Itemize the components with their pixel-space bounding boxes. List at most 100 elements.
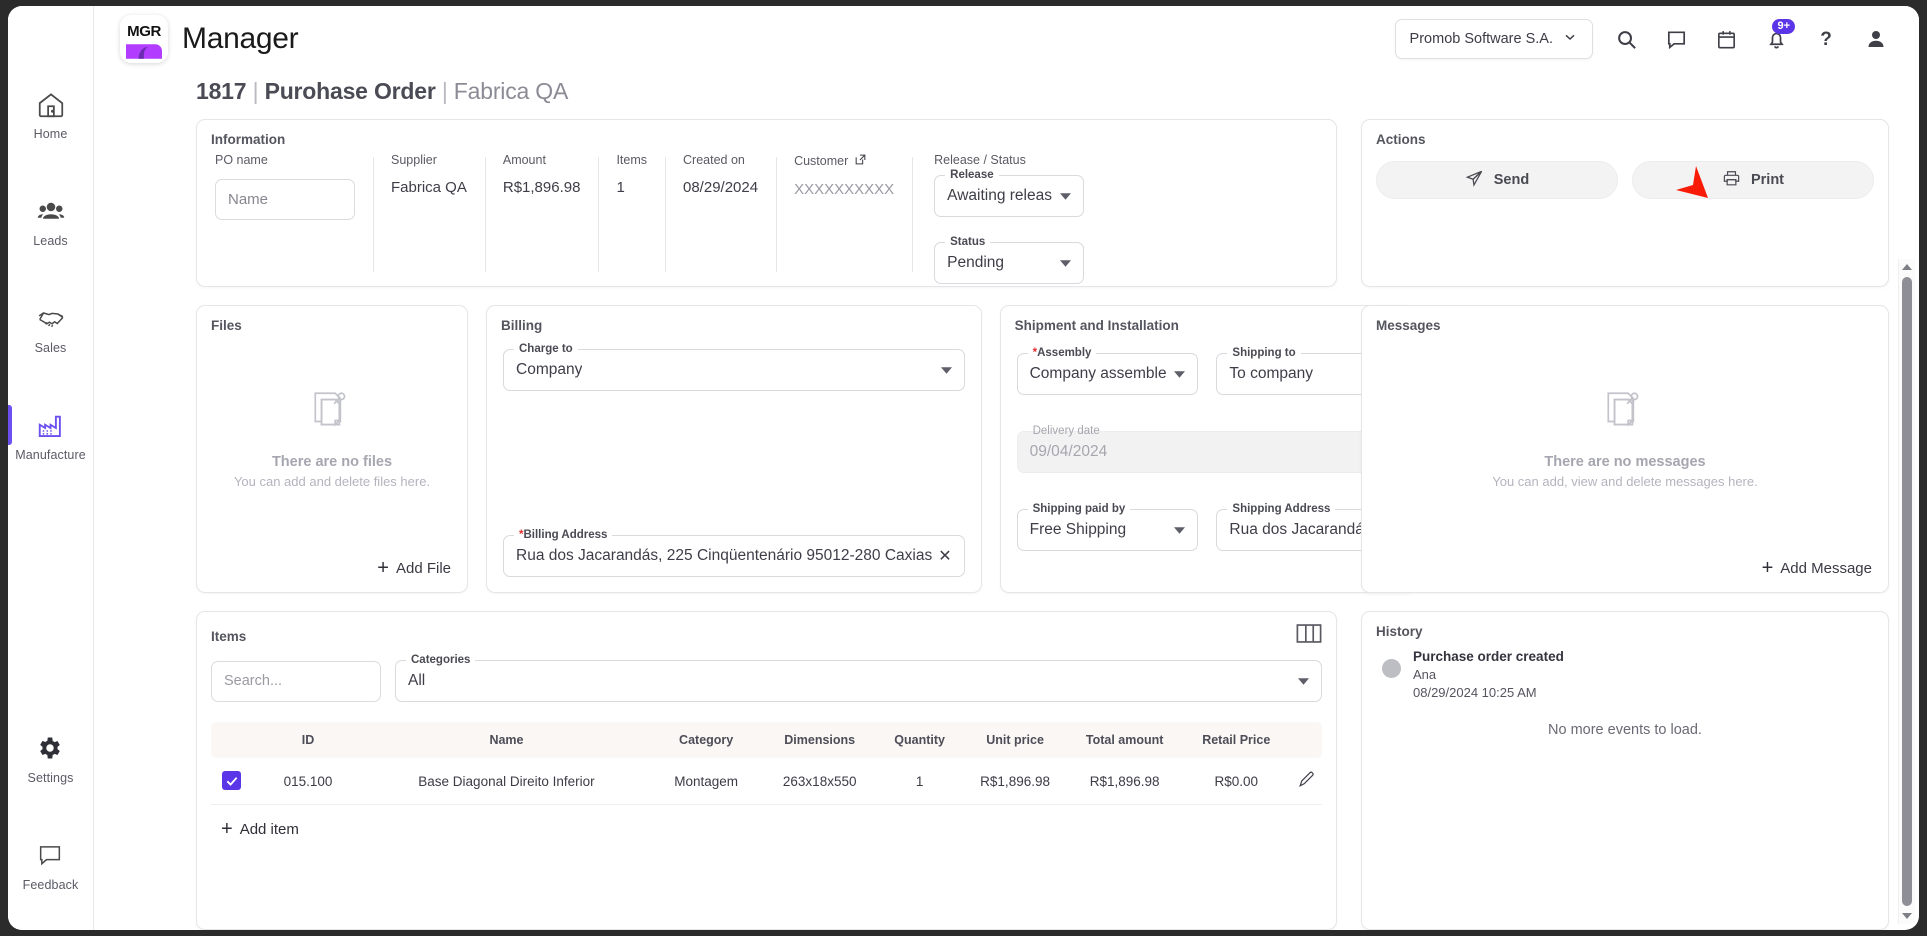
print-label: Print (1750, 172, 1785, 188)
release-select-value: Awaiting release (947, 187, 1053, 204)
created-on-label: Created on (683, 153, 745, 167)
history-event-text: Purchase order created Ana 08/29/2024 10… (1413, 649, 1564, 700)
top-bar: MGR Manager Promob Software S.A. 9+ ? (94, 6, 1919, 72)
sidebar-item-sales[interactable]: Sales (8, 290, 94, 367)
org-selector[interactable]: Promob Software S.A. (1394, 19, 1593, 59)
vertical-scrollbar[interactable] (1898, 259, 1915, 924)
td-quantity: 1 (876, 758, 963, 805)
po-name-label: PO name (215, 153, 268, 167)
account-icon[interactable] (1859, 22, 1893, 56)
release-select[interactable]: Release Awaiting release (934, 169, 1085, 217)
logo-mark (126, 43, 162, 59)
sidebar-item-manufacture[interactable]: Manufacture (8, 397, 94, 474)
shipping-paid-by-select[interactable]: Shipping paid by Free Shipping (1016, 503, 1199, 551)
po-name-input[interactable] (215, 179, 355, 220)
items-count-value: 1 (616, 179, 625, 196)
info-col-items: Items 1 (598, 153, 665, 284)
td-unit-price: R$1,896.98 (962, 758, 1068, 805)
amount-label: Amount (502, 153, 546, 167)
th-unit-price: Unit price (962, 722, 1068, 758)
print-button[interactable]: Print (1632, 161, 1874, 199)
brand-name: Manager (182, 22, 299, 55)
charge-to-value: Company (516, 361, 583, 378)
shipment-row-1: *Assembly Company assemblers Shipping to (1016, 347, 1399, 395)
scroll-up-arrow-icon[interactable] (1902, 259, 1912, 275)
clear-icon[interactable]: ✕ (932, 546, 951, 566)
row-checkbox[interactable] (222, 771, 242, 791)
items-header: Items (197, 612, 1336, 648)
assembly-select[interactable]: *Assembly Company assemblers (1016, 347, 1199, 395)
notification-badge: 9+ (1772, 19, 1795, 34)
files-empty-state: There are no files You can add and delet… (197, 327, 467, 548)
printer-icon (1722, 169, 1741, 192)
categories-value: All (408, 672, 426, 689)
page-title-sep-2: | (441, 78, 448, 104)
external-link-icon[interactable] (854, 153, 867, 169)
factory-icon (36, 411, 66, 441)
delivery-date-field: Delivery date 09/04/2024 (1016, 425, 1399, 473)
top-bar-actions: Promob Software S.A. 9+ ? (1394, 19, 1893, 59)
messages-empty-state: There are no messages You can add, view … (1362, 327, 1888, 548)
categories-select[interactable]: Categories All (395, 654, 1322, 702)
column-layout-toggle-icon[interactable] (1296, 624, 1322, 648)
customer-label: Customer (794, 153, 894, 169)
release-select-label: Release (945, 169, 999, 181)
brand: MGR Manager (120, 15, 299, 63)
add-item-button[interactable]: + Add item (197, 805, 1336, 853)
help-icon[interactable]: ? (1809, 22, 1843, 56)
th-quantity: Quantity (876, 722, 963, 758)
sidebar-item-label: Manufacture (15, 448, 86, 462)
release-status-label: Release / Status (934, 153, 1026, 167)
calendar-icon[interactable] (1709, 22, 1743, 56)
plus-icon: + (1761, 557, 1774, 579)
chevron-down-icon (1052, 187, 1072, 205)
table-row: 015.100 Base Diagonal Direito Inferior M… (211, 758, 1322, 805)
content-region: Information PO name Supplier Fabrica QA … (94, 119, 1919, 930)
items-search-input[interactable] (211, 660, 381, 702)
sidebar-item-feedback[interactable]: Feedback (8, 827, 94, 904)
messages-empty-sub: You can add, view and delete messages he… (1492, 473, 1758, 489)
edit-icon[interactable] (1297, 771, 1316, 792)
svg-text:?: ? (1820, 29, 1832, 50)
search-icon[interactable] (1609, 22, 1643, 56)
sidebar-item-leads[interactable]: Leads (8, 183, 94, 260)
send-button[interactable]: Send (1376, 161, 1618, 199)
chat-icon[interactable] (1659, 22, 1693, 56)
page-title: 1817 | Purohase Order | Fabrica QA (94, 72, 1919, 119)
sidebar-item-home[interactable]: Home (8, 76, 94, 153)
amount-value: R$1,896.98 (502, 179, 581, 196)
page-title-sep-1: | (252, 78, 259, 104)
plus-icon: + (377, 557, 389, 579)
history-event: Purchase order created Ana 08/29/2024 10… (1376, 649, 1874, 700)
sidebar-item-label: Leads (33, 234, 68, 248)
shipment-card: Shipment and Installation *Assembly Comp… (999, 305, 1416, 593)
charge-to-label: Charge to (514, 343, 578, 355)
shipping-paid-by-label: Shipping paid by (1027, 503, 1131, 515)
files-empty-sub: You can add and delete files here. (233, 473, 431, 489)
sidebar-bottom-group: Settings Feedback (8, 720, 94, 930)
shipping-address-value: Rua dos Jacarandás, 225 (1229, 521, 1365, 538)
add-message-button[interactable]: + Add Message (1362, 548, 1888, 592)
billing-address-field[interactable]: *Billing Address Rua dos Jacarandás, 225… (503, 529, 965, 577)
sidebar-item-label: Sales (34, 341, 67, 355)
sidebar-item-settings[interactable]: Settings (8, 720, 94, 797)
history-no-more-events: No more events to load. (1548, 722, 1702, 738)
add-file-button[interactable]: + Add File (197, 548, 467, 592)
secondary-cards-row: Files There are no files You can add and… (196, 305, 1416, 593)
feedback-icon (36, 841, 66, 871)
sidebar: Home Leads Sales Manufacture Settings Fe… (8, 6, 94, 930)
add-file-label: Add File (395, 559, 451, 577)
billing-body: Charge to Company *Billing Address Rua d… (487, 333, 981, 593)
scroll-down-arrow-icon[interactable] (1902, 908, 1912, 924)
page-title-number: 1817 (196, 78, 247, 104)
charge-to-select[interactable]: Charge to Company (503, 343, 965, 391)
page-title-type: Purohase Order (264, 78, 436, 104)
messages-card: Messages There are no messages You can a… (1361, 305, 1889, 593)
scrollbar-track[interactable] (1899, 275, 1915, 908)
scrollbar-thumb[interactable] (1902, 277, 1912, 906)
actions-card: Actions Send Print (1361, 119, 1889, 287)
org-selector-label: Promob Software S.A. (1409, 31, 1553, 47)
status-select[interactable]: Status Pending (934, 236, 1085, 284)
send-icon (1465, 169, 1484, 192)
bell-icon[interactable]: 9+ (1759, 19, 1795, 56)
